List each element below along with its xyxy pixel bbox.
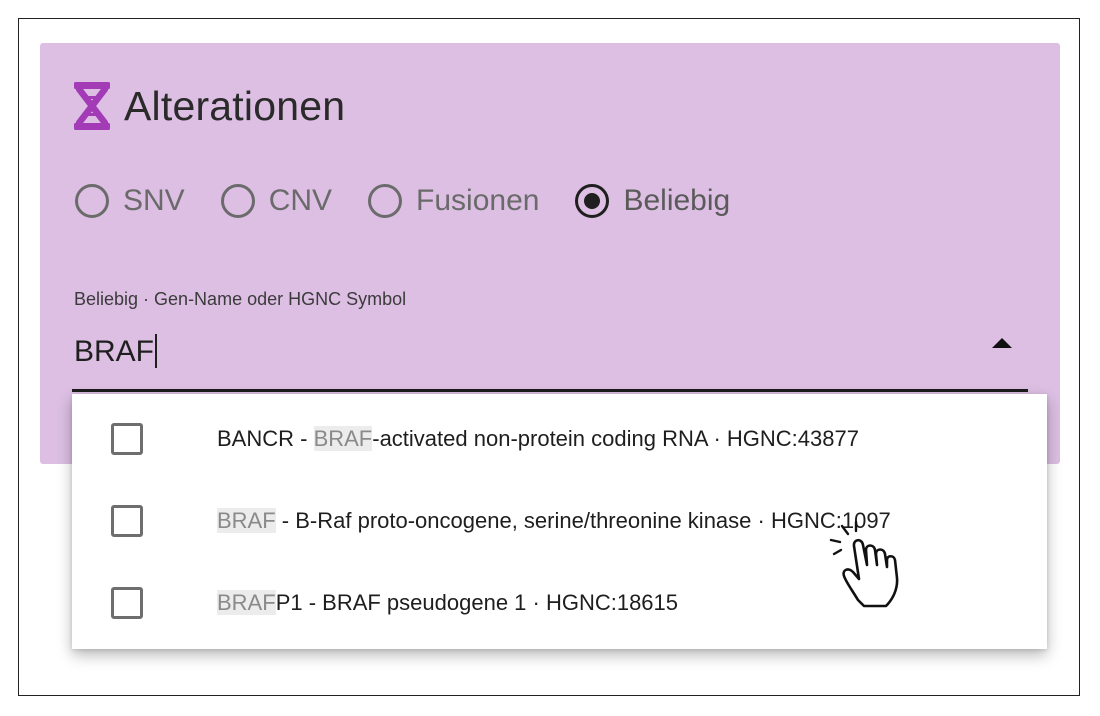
- search-field-label: Beliebig · Gen-Name oder HGNC Symbol: [74, 289, 407, 309]
- radio-unchecked-icon[interactable]: [220, 184, 255, 218]
- alteration-type-radio-group: SNV CNV Fusionen Beliebig: [75, 184, 766, 218]
- dropdown-option[interactable]: BRAFP1 - BRAF pseudogene 1 · HGNC:18615: [72, 558, 1047, 638]
- dropdown-option[interactable]: BANCR - BRAF-activated non-protein codin…: [72, 394, 1047, 474]
- match-highlight: BRAF: [313, 426, 373, 451]
- option-suffix: P1 - BRAF pseudogene 1 · HGNC:18615: [275, 590, 679, 615]
- autocomplete-dropdown: BANCR - BRAF-activated non-protein codin…: [72, 394, 1047, 649]
- match-highlight: BRAF: [217, 590, 276, 615]
- radio-cnv[interactable]: CNV: [220, 184, 333, 218]
- dna-icon: [74, 82, 110, 130]
- match-highlight: BRAF: [217, 508, 276, 533]
- option-label: BRAF - B-Raf proto-oncogene, serine/thre…: [217, 508, 891, 534]
- radio-snv[interactable]: SNV: [75, 184, 185, 218]
- dropdown-option[interactable]: BRAF - B-Raf proto-oncogene, serine/thre…: [72, 476, 1047, 556]
- checkbox[interactable]: [111, 587, 143, 619]
- input-underline: [72, 389, 1028, 392]
- section-header: Alterationen: [70, 80, 345, 132]
- text-caret: [155, 334, 157, 368]
- option-prefix: BANCR -: [217, 426, 314, 451]
- section-title: Alterationen: [124, 82, 346, 129]
- option-label: BANCR - BRAF-activated non-protein codin…: [217, 426, 859, 452]
- checkbox[interactable]: [111, 423, 143, 455]
- radio-unchecked-icon[interactable]: [75, 184, 109, 218]
- option-suffix: - B-Raf proto-oncogene, serine/threonine…: [275, 508, 891, 533]
- radio-label: Beliebig: [623, 184, 731, 217]
- radio-label: Fusionen: [416, 184, 540, 217]
- radio-unchecked-icon[interactable]: [368, 184, 403, 218]
- radio-label: SNV: [123, 184, 185, 217]
- gene-search-input[interactable]: [74, 330, 974, 374]
- radio-fusionen[interactable]: Fusionen: [368, 184, 539, 218]
- checkbox[interactable]: [111, 505, 143, 537]
- radio-label: CNV: [268, 184, 333, 217]
- collapse-arrow-icon[interactable]: [992, 338, 1012, 348]
- option-label: BRAFP1 - BRAF pseudogene 1 · HGNC:18615: [217, 590, 678, 616]
- option-suffix: -activated non-protein coding RNA · HGNC…: [372, 426, 859, 451]
- radio-beliebig[interactable]: Beliebig: [575, 184, 730, 218]
- radio-checked-icon[interactable]: [575, 184, 610, 218]
